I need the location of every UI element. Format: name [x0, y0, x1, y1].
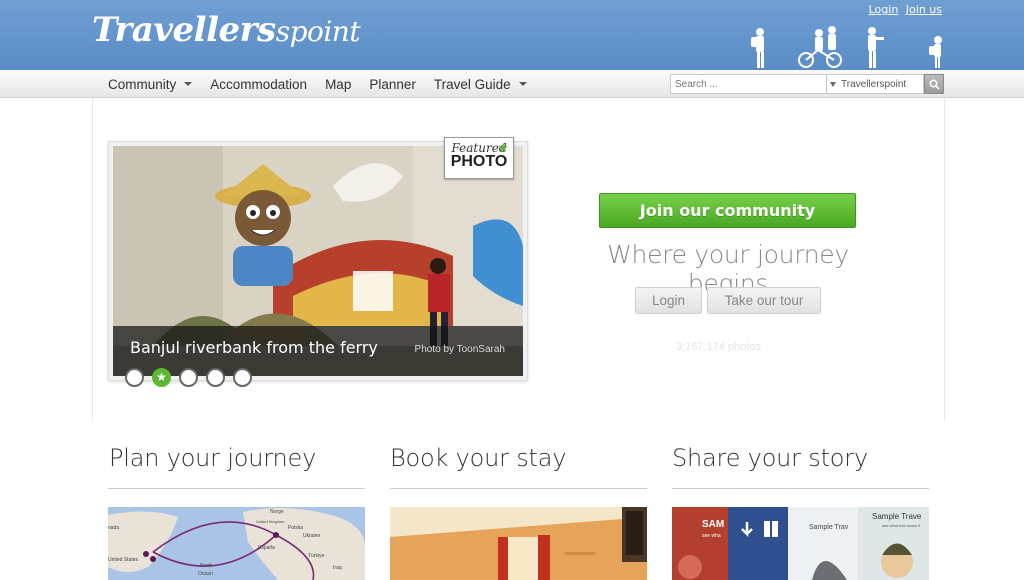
map-label: Norge [270, 509, 284, 515]
chevron-down-icon [518, 82, 527, 86]
join-us-link[interactable]: Join us [906, 3, 942, 16]
map-label: Türkiye [308, 553, 325, 559]
star-icon: ★ [497, 141, 509, 156]
map-label: Iraq [333, 565, 342, 571]
nav-community[interactable]: Community [108, 76, 193, 92]
login-link[interactable]: Login [869, 3, 899, 16]
site-header: Travellersspoint Login Join us [0, 0, 1024, 70]
nav-planner[interactable]: Planner [369, 77, 416, 92]
map-label: Ukraine [303, 533, 320, 539]
search-icon [929, 79, 940, 90]
hotel-room-image [390, 507, 647, 580]
chevron-down-icon [184, 82, 193, 86]
carousel-dot[interactable] [206, 368, 225, 387]
map-label: North [200, 563, 212, 569]
travel-books-image: SAM see wha Sample Trav Sample Trave see… [672, 507, 929, 580]
carousel-dot[interactable] [125, 368, 144, 387]
map-label: Polska [288, 525, 303, 531]
photo-caption: Banjul riverbank from the ferry [130, 338, 378, 357]
map-label: Ocean [198, 571, 213, 577]
take-tour-button[interactable]: Take our tour [707, 287, 821, 314]
photos-count: 3,167,174 photos [676, 341, 762, 353]
nav-accommodation-label: Accommodation [210, 76, 308, 92]
account-links: Login Join us [865, 3, 942, 16]
nav-planner-label: Planner [369, 76, 416, 92]
search-input[interactable] [670, 74, 827, 94]
search-box: Travellerspoint [670, 74, 946, 94]
section-divider [672, 488, 929, 489]
map-label: United Kingdom [256, 519, 285, 524]
search-scope-label: Travellerspoint [841, 78, 907, 90]
photo-credit[interactable]: Photo by ToonSarah [415, 344, 505, 355]
star-icon: ★ [156, 370, 167, 384]
map-label: España [258, 545, 275, 551]
featured-photo-badge: Featured PHOTO ★ [444, 137, 514, 179]
section-divider [390, 488, 647, 489]
story-book-text: Sample Trav [809, 524, 849, 531]
section-title-share: Share your story [672, 444, 868, 472]
carousel-dot[interactable] [233, 368, 252, 387]
story-book-text: see wha [702, 533, 721, 539]
main-nav-bar: Community Accommodation Map Planner Trav… [0, 70, 1024, 98]
section-divider [108, 488, 365, 489]
search-button[interactable] [924, 74, 944, 94]
book-stay-thumbnail[interactable] [390, 507, 647, 580]
world-map-image: nada Norge United Kingdom Polska Ukraine… [108, 507, 365, 580]
nav-travel-guide[interactable]: Travel Guide [434, 77, 527, 92]
nav-map[interactable]: Map [325, 77, 351, 92]
story-book-text: SAM [702, 519, 724, 530]
search-scope-select[interactable]: Travellerspoint [827, 74, 924, 94]
join-community-button[interactable]: Join our community [599, 193, 856, 228]
nav-community-label: Community [108, 76, 177, 92]
plan-journey-map-thumbnail[interactable]: nada Norge United Kingdom Polska Ukraine… [108, 507, 365, 580]
logo-text-point: point [289, 15, 361, 48]
site-logo[interactable]: Travellersspoint [92, 10, 361, 50]
nav-travel-guide-label: Travel Guide [433, 76, 511, 92]
carousel-dot-active[interactable]: ★ [152, 368, 171, 387]
share-story-thumbnail[interactable]: SAM see wha Sample Trav Sample Trave see… [672, 507, 929, 580]
carousel-dots: ★ [125, 368, 260, 387]
story-book-text: Sample Trave [872, 512, 922, 521]
carousel-dot[interactable] [179, 368, 198, 387]
nav-map-label: Map [325, 76, 352, 92]
section-title-plan: Plan your journey [109, 444, 317, 472]
section-title-book: Book your stay [390, 444, 567, 472]
traveller-silhouettes-icon [751, 26, 942, 68]
dropdown-arrow-icon [830, 81, 836, 87]
main-nav: Community Accommodation Map Planner Trav… [108, 70, 545, 98]
logo-text-main: Travellers [92, 10, 276, 50]
login-button[interactable]: Login [635, 287, 702, 314]
featured-photo[interactable]: Banjul riverbank from the ferry Photo by… [113, 146, 523, 376]
map-label: United States [108, 557, 139, 563]
nav-accommodation[interactable]: Accommodation [210, 77, 307, 92]
story-book-text: see what this books fi [882, 523, 920, 528]
map-label: nada [108, 525, 119, 531]
